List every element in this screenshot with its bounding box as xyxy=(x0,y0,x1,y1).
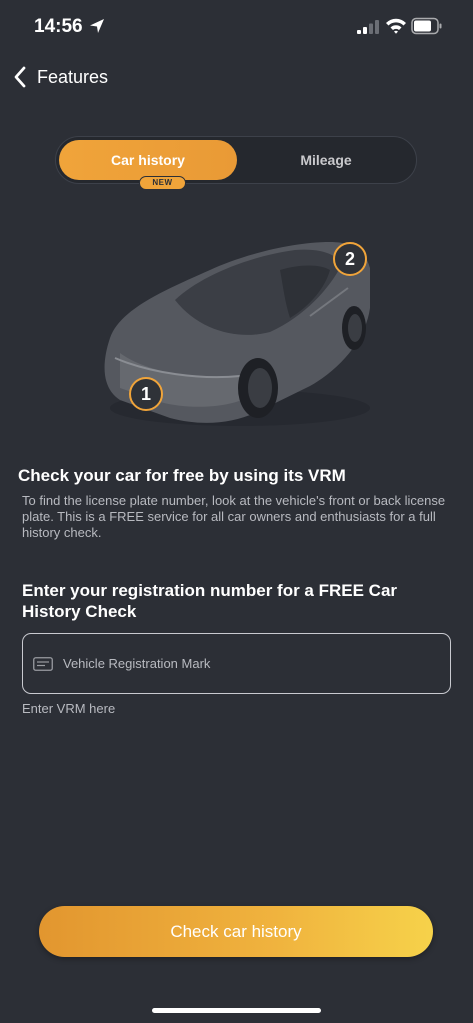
id-card-icon xyxy=(33,656,53,671)
vrm-input[interactable] xyxy=(63,656,443,671)
new-badge: NEW xyxy=(139,176,186,190)
tab-mileage[interactable]: Mileage xyxy=(238,140,414,180)
status-time: 14:56 xyxy=(34,16,83,37)
vrm-helper-text: Enter VRM here xyxy=(22,701,116,716)
page-description: To find the license plate number, look a… xyxy=(22,493,446,540)
nav-title: Features xyxy=(37,66,109,87)
segmented-control: Car history Mileage xyxy=(55,136,417,184)
home-indicator xyxy=(152,1008,321,1013)
page-heading: Check your car for free by using its VRM xyxy=(18,466,346,485)
status-bar: 14:56 xyxy=(0,0,473,54)
battery-icon xyxy=(411,17,442,35)
wifi-icon xyxy=(386,18,406,34)
check-car-history-button[interactable]: Check car history xyxy=(39,906,433,957)
location-arrow-icon xyxy=(90,19,104,33)
vrm-field[interactable] xyxy=(22,633,451,694)
registration-heading: Enter your registration number for a FRE… xyxy=(22,581,398,621)
chevron-left-icon xyxy=(14,66,26,88)
cellular-signal-icon xyxy=(357,20,379,34)
tab-car-history[interactable]: Car history xyxy=(59,140,237,180)
marker-1: 1 xyxy=(129,377,163,411)
back-button[interactable]: Features xyxy=(12,62,108,92)
marker-2: 2 xyxy=(333,242,367,276)
